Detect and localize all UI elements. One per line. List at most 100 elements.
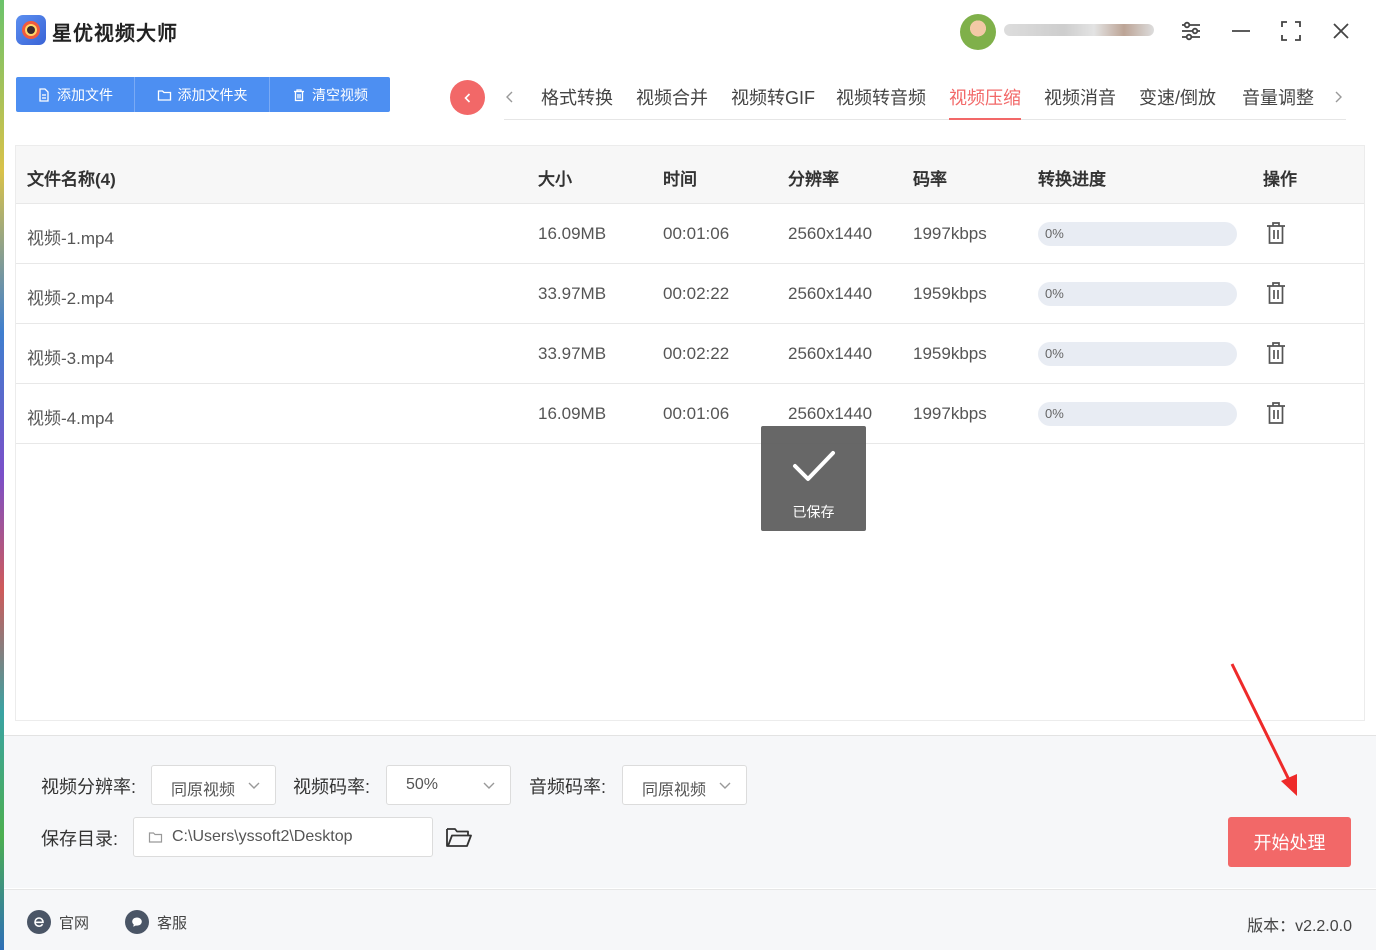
save-dir-value: C:\Users\yssoft2\Desktop (172, 828, 353, 845)
progress-text: 0% (1045, 346, 1064, 361)
cell-resolution: 2560x1440 (788, 404, 873, 423)
annotation-arrow (1230, 663, 1297, 796)
progress-bar: 0% (1038, 342, 1237, 366)
saved-toast: 已保存 (761, 426, 866, 531)
tab-video-compress[interactable]: 视频压缩 (949, 84, 1021, 120)
cell-bitrate: 1997kbps (913, 404, 987, 423)
delete-icon[interactable] (1265, 280, 1287, 306)
header-size: 大小 (538, 170, 572, 189)
cell-bitrate: 1959kbps (913, 284, 987, 303)
clear-videos-button[interactable]: 清空视频 (270, 77, 390, 112)
minimize-icon[interactable] (1226, 16, 1256, 46)
cell-size: 33.97MB (538, 344, 607, 363)
cell-time: 00:02:22 (663, 284, 730, 303)
table-row[interactable]: 视频-3.mp4 33.97MB 00:02:22 2560x1440 1959… (16, 324, 1364, 384)
progress-text: 0% (1045, 406, 1064, 421)
start-processing-button[interactable]: 开始处理 (1228, 817, 1351, 867)
tab-speed-reverse[interactable]: 变速/倒放 (1139, 84, 1216, 120)
header-action: 操作 (1263, 170, 1297, 189)
footer: 官网 客服 版本：v2.2.0.0 (4, 889, 1376, 950)
cell-size: 33.97MB (538, 284, 607, 303)
browser-e-icon (27, 910, 51, 934)
header-time: 时间 (663, 170, 697, 189)
progress-text: 0% (1045, 226, 1064, 241)
support-label: 客服 (157, 914, 188, 932)
video-bitrate-label: 视频码率: (293, 777, 371, 797)
cell-resolution: 2560x1440 (788, 284, 873, 303)
checkmark-icon (793, 451, 835, 481)
website-link[interactable]: 官网 (27, 910, 89, 934)
chat-bubble-icon (125, 910, 149, 934)
progress-bar: 0% (1038, 222, 1237, 246)
tab-video-to-audio[interactable]: 视频转音频 (836, 84, 926, 120)
tab-video-mute[interactable]: 视频消音 (1044, 84, 1116, 120)
video-resolution-label: 视频分辨率: (41, 777, 137, 797)
header-file-name: 文件名称(4) (27, 170, 116, 189)
add-folder-label: 添加文件夹 (177, 86, 248, 103)
video-resolution-value: 同原视频 (171, 782, 236, 799)
delete-icon[interactable] (1265, 340, 1287, 366)
table-header: 文件名称(4) 大小 时间 分辨率 码率 转换进度 操作 (16, 146, 1364, 204)
file-table: 文件名称(4) 大小 时间 分辨率 码率 转换进度 操作 视频-1.mp4 16… (15, 145, 1365, 721)
back-button[interactable] (450, 80, 485, 115)
tab-format-convert[interactable]: 格式转换 (541, 84, 613, 120)
settings-panel: 视频分辨率: 同原视频 视频码率: 50% 音频码率: 同原视频 保存目录: C… (4, 735, 1376, 888)
progress-bar: 0% (1038, 402, 1237, 426)
title-bar: 星优视频大师 (4, 0, 1376, 62)
audio-bitrate-value: 同原视频 (642, 782, 707, 799)
user-name-blurred[interactable] (1004, 24, 1154, 36)
chevron-left-icon (463, 92, 470, 103)
cell-file-name: 视频-4.mp4 (27, 409, 114, 428)
save-dir-input[interactable]: C:\Users\yssoft2\Desktop (133, 817, 433, 857)
progress-bar: 0% (1038, 282, 1237, 306)
cell-resolution: 2560x1440 (788, 224, 873, 243)
cell-size: 16.09MB (538, 224, 607, 243)
support-link[interactable]: 客服 (125, 910, 187, 934)
open-folder-icon[interactable] (445, 824, 473, 850)
tab-volume-adjust[interactable]: 音量调整 (1242, 84, 1314, 120)
cell-file-name: 视频-2.mp4 (27, 289, 114, 308)
table-row[interactable]: 视频-1.mp4 16.09MB 00:01:06 2560x1440 1997… (16, 204, 1364, 264)
table-empty-area (16, 444, 1364, 720)
video-resolution-select[interactable]: 同原视频 (151, 765, 276, 805)
video-bitrate-select[interactable]: 50% (386, 765, 511, 805)
cell-bitrate: 1959kbps (913, 344, 987, 363)
audio-bitrate-label: 音频码率: (529, 777, 607, 797)
tab-video-merge[interactable]: 视频合并 (636, 84, 708, 120)
settings-sliders-icon[interactable] (1176, 16, 1206, 46)
tabs-scroll-right-icon[interactable] (1330, 86, 1346, 108)
app-window: 星优视频大师 添加文件 添加文件夹 清空视频 格式转换 视频合并 视频转GIF … (4, 0, 1376, 950)
delete-icon[interactable] (1265, 400, 1287, 426)
chevron-down-icon (719, 782, 731, 789)
add-file-button[interactable]: 添加文件 (16, 77, 135, 112)
cell-size: 16.09MB (538, 404, 607, 423)
cell-time: 00:02:22 (663, 344, 730, 363)
cell-file-name: 视频-1.mp4 (27, 229, 114, 248)
header-progress: 转换进度 (1038, 170, 1106, 189)
function-tabs: 格式转换 视频合并 视频转GIF 视频转音频 视频压缩 视频消音 变速/倒放 音… (504, 80, 1346, 120)
delete-icon[interactable] (1265, 220, 1287, 246)
website-label: 官网 (59, 914, 90, 932)
trash-icon (294, 88, 304, 101)
table-row[interactable]: 视频-4.mp4 16.09MB 00:01:06 2560x1440 1997… (16, 384, 1364, 444)
cell-file-name: 视频-3.mp4 (27, 349, 114, 368)
close-icon[interactable] (1326, 16, 1356, 46)
video-bitrate-value: 50% (406, 776, 439, 793)
save-dir-label: 保存目录: (41, 829, 119, 849)
maximize-icon[interactable] (1276, 16, 1306, 46)
cell-time: 00:01:06 (663, 224, 730, 243)
clear-videos-label: 清空视频 (312, 86, 368, 103)
toast-text: 已保存 (792, 504, 835, 520)
tab-video-to-gif[interactable]: 视频转GIF (731, 84, 815, 120)
user-avatar[interactable] (960, 14, 996, 50)
header-resolution: 分辨率 (788, 170, 839, 189)
add-folder-button[interactable]: 添加文件夹 (135, 77, 270, 112)
add-file-label: 添加文件 (57, 86, 113, 103)
file-toolbar: 添加文件 添加文件夹 清空视频 (16, 77, 390, 112)
table-row[interactable]: 视频-2.mp4 33.97MB 00:02:22 2560x1440 1959… (16, 264, 1364, 324)
version-text: 版本：v2.2.0.0 (1247, 918, 1352, 935)
cell-time: 00:01:06 (663, 404, 730, 423)
app-title: 星优视频大师 (52, 23, 178, 45)
audio-bitrate-select[interactable]: 同原视频 (622, 765, 747, 805)
chevron-down-icon (248, 782, 260, 789)
